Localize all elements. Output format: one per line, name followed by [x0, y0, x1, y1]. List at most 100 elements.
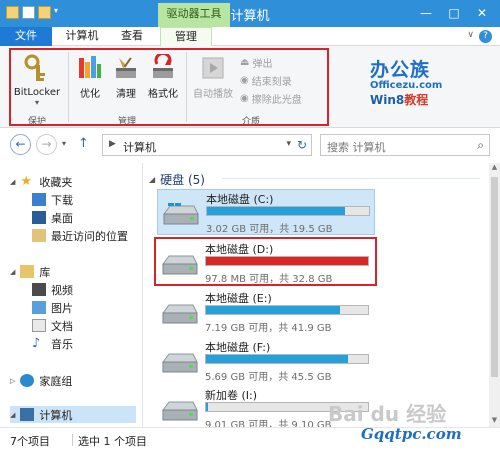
recent-dropdown-icon[interactable]: ▾ — [62, 139, 66, 148]
nav-item-videos[interactable]: 视频 — [32, 281, 73, 298]
drive-usage-bar — [205, 305, 369, 315]
drive-name: 本地磁盘 (F:) — [205, 341, 271, 354]
title-bar: ▾ 计算机 — □ ✕ — [0, 0, 500, 27]
navigation-bar: ← → ▾ ↑ ▶ 计算机 ▾ ↻ 搜索 计算机 ⌕ — [0, 131, 500, 159]
ribbon-highlight-box — [9, 48, 329, 126]
collapse-icon: ◢ — [10, 177, 16, 186]
breadcrumb[interactable]: 计算机 — [123, 139, 156, 155]
ribbon-tabs: 文件 计算机 查看 管理 ∨ ? — [0, 27, 500, 46]
nav-favorites-label: 收藏夹 — [39, 175, 73, 189]
nav-computer-label: 计算机 — [39, 408, 73, 422]
tab-file[interactable]: 文件 — [0, 27, 52, 46]
scroll-up-icon[interactable]: ▲ — [489, 163, 500, 174]
nav-homegroup[interactable]: ▷ 家庭组 — [10, 372, 72, 389]
collapse-icon: ◢ — [10, 410, 16, 419]
search-placeholder: 搜索 计算机 — [327, 141, 386, 154]
music-icon: ♪ — [32, 336, 41, 351]
hard-disk-icon — [162, 401, 198, 421]
drive-free-space: 7.19 GB 可用，共 41.9 GB — [205, 323, 332, 334]
hard-disk-icon — [162, 353, 198, 373]
drive-name: 新加卷 (I:) — [205, 389, 258, 402]
section-divider — [222, 178, 480, 179]
item-count: 7个项目 — [10, 435, 50, 448]
drive-name: 本地磁盘 (E:) — [205, 292, 272, 305]
section-title: 硬盘 (5) — [160, 173, 205, 187]
nav-item-pictures[interactable]: 图片 — [32, 299, 73, 316]
pictures-icon — [32, 301, 46, 314]
logo-url: Officezu.com — [370, 80, 443, 91]
vertical-scrollbar[interactable]: ▲ ▼ — [489, 163, 500, 427]
context-tab-drive-tools: 驱动器工具 — [158, 3, 230, 27]
nav-item-label: 桌面 — [51, 211, 73, 225]
drive-usage-fill — [206, 306, 341, 314]
scroll-down-icon[interactable]: ▼ — [489, 416, 500, 427]
officezu-logo: 办公族 Officezu.com Win8教程 — [370, 55, 488, 115]
nav-item-documents[interactable]: 文档 — [32, 317, 73, 334]
drive-free-space: 5.69 GB 可用，共 45.5 GB — [205, 372, 332, 383]
status-separator — [72, 434, 73, 446]
drive-usage-fill — [207, 207, 345, 215]
drive-item[interactable]: 本地磁盘 (E:) 7.19 GB 可用，共 41.9 GB — [157, 289, 375, 335]
minimize-button[interactable]: — — [412, 4, 440, 22]
expand-icon: ▷ — [10, 376, 16, 385]
site-watermark: Gqqtpc.com — [361, 425, 462, 443]
nav-item-music[interactable]: ♪ 音乐 — [32, 335, 73, 352]
help-icon[interactable]: ? — [479, 30, 492, 43]
computer-small-icon: ▶ — [109, 139, 116, 149]
drive-name: 本地磁盘 (C:) — [206, 193, 274, 206]
nav-item-label: 图片 — [51, 301, 73, 315]
search-icon[interactable]: ⌕ — [477, 138, 484, 153]
ribbon-expand-icon[interactable]: ∨ — [467, 30, 474, 40]
nav-item-label: 音乐 — [51, 337, 73, 351]
nav-item-recent[interactable]: 最近访问的位置 — [32, 227, 128, 244]
drive-usage-bar — [206, 206, 370, 216]
drive-usage-fill — [206, 403, 208, 411]
drive-d-highlight-box — [154, 237, 377, 286]
back-button[interactable]: ← — [10, 134, 31, 155]
maximize-button[interactable]: □ — [440, 4, 468, 22]
downloads-icon — [32, 193, 46, 206]
recent-places-icon — [32, 229, 46, 242]
selection-count: 选中 1 个项目 — [78, 435, 147, 448]
logo-brand: 办公族 — [370, 59, 431, 81]
nav-item-label: 视频 — [51, 283, 73, 297]
videos-icon — [32, 283, 46, 296]
nav-libraries[interactable]: ◢ 库 — [10, 263, 50, 280]
drive-usage-bar — [205, 354, 369, 364]
star-icon: ★ — [20, 174, 33, 189]
nav-item-label: 文档 — [51, 319, 73, 333]
tab-computer[interactable]: 计算机 — [60, 27, 104, 46]
scroll-thumb[interactable] — [491, 177, 498, 377]
forward-button[interactable]: → — [36, 134, 57, 155]
nav-computer[interactable]: ◢ 计算机 — [10, 406, 72, 423]
up-button[interactable]: ↑ — [78, 136, 89, 151]
nav-favorites[interactable]: ◢ ★ 收藏夹 — [10, 173, 72, 190]
search-input[interactable]: 搜索 计算机 ⌕ — [320, 134, 490, 156]
tab-view[interactable]: 查看 — [112, 27, 152, 46]
computer-icon — [20, 408, 35, 421]
hard-disk-icon — [162, 304, 198, 324]
collapse-icon: ◢ — [149, 175, 156, 184]
collapse-icon: ◢ — [10, 267, 16, 276]
nav-item-desktop[interactable]: 桌面 — [32, 209, 73, 226]
close-button[interactable]: ✕ — [468, 4, 496, 22]
nav-item-downloads[interactable]: 下载 — [32, 191, 73, 208]
window-controls: — □ ✕ — [412, 4, 496, 22]
drive-item[interactable]: 本地磁盘 (C:) 3.02 GB 可用，共 19.5 GB — [157, 189, 375, 235]
logo-win8-line: Win8教程 — [370, 93, 429, 107]
drive-usage-fill — [206, 355, 348, 363]
nav-item-label: 下载 — [51, 193, 73, 207]
drive-item[interactable]: 本地磁盘 (F:) 5.69 GB 可用，共 45.5 GB — [157, 338, 375, 384]
windows-drive-icon — [163, 203, 199, 225]
nav-homegroup-label: 家庭组 — [39, 374, 73, 388]
tab-manage[interactable]: 管理 — [160, 27, 212, 46]
address-dropdown-icon[interactable]: ▾ — [286, 139, 291, 149]
refresh-icon[interactable]: ↻ — [297, 138, 307, 152]
baidu-watermark: Bai du 经验 — [328, 402, 447, 426]
documents-icon — [32, 319, 46, 332]
library-icon — [20, 265, 35, 278]
nav-libraries-label: 库 — [39, 265, 51, 279]
section-header-hard-disks[interactable]: ◢ 硬盘 (5) — [149, 171, 205, 188]
desktop-icon — [32, 211, 46, 224]
address-bar[interactable]: ▶ 计算机 ▾ ↻ — [102, 134, 312, 156]
